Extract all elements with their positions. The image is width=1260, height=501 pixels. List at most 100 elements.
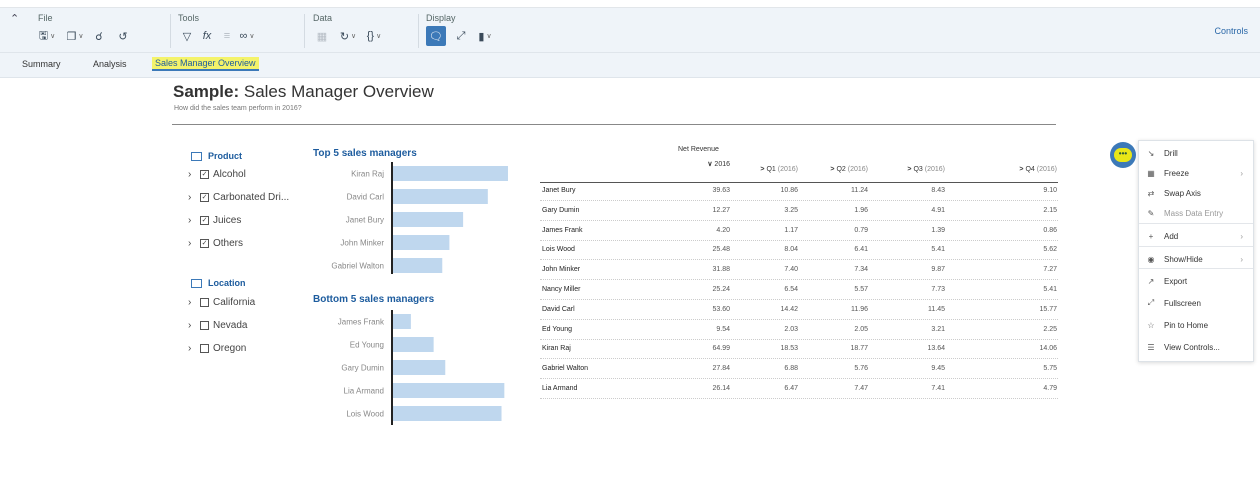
menu-item-swap-axis[interactable]: ⇄ Swap Axis xyxy=(1139,184,1253,202)
filter-item-location-2[interactable]: › Oregon xyxy=(188,343,246,354)
filter-item-product-3[interactable]: › ✓ Others xyxy=(188,238,243,249)
more-actions-button[interactable]: ••• xyxy=(1110,142,1136,168)
table-cell[interactable]: 9.45 xyxy=(885,365,945,372)
expand-chevron-icon[interactable]: › xyxy=(188,320,196,331)
table-cell[interactable]: 4.20 xyxy=(670,227,730,234)
table-row-label[interactable]: Lia Armand xyxy=(542,385,577,392)
table-cell[interactable]: 7.27 xyxy=(997,266,1057,273)
expand-chevron-icon[interactable]: › xyxy=(188,297,196,308)
table-cell[interactable]: 0.79 xyxy=(808,227,868,234)
menu-item-freeze[interactable]: ▦ Freeze › xyxy=(1139,164,1253,182)
table-cell[interactable]: 5.75 xyxy=(997,365,1057,372)
tab-analysis[interactable]: Analysis xyxy=(93,59,127,69)
table-cell[interactable]: 6.41 xyxy=(808,246,868,253)
filter-checkbox[interactable] xyxy=(200,344,209,353)
top5-bar-4[interactable] xyxy=(393,258,443,273)
table-cell[interactable]: 7.41 xyxy=(885,385,945,392)
top5-bar-3[interactable] xyxy=(393,235,450,250)
table-cell[interactable]: 10.86 xyxy=(738,187,798,194)
table-cell[interactable]: 8.43 xyxy=(885,187,945,194)
table-cell[interactable]: 1.39 xyxy=(885,227,945,234)
table-cell[interactable]: 15.77 xyxy=(997,306,1057,313)
filter-checkbox[interactable]: ✓ xyxy=(200,239,209,248)
table-cell[interactable]: 4.79 xyxy=(997,385,1057,392)
bottom5-bar-1[interactable] xyxy=(393,337,434,352)
data-grid-icon[interactable]: ▦ xyxy=(313,26,331,46)
filter-checkbox[interactable] xyxy=(200,321,209,330)
table-cell[interactable]: 5.41 xyxy=(885,246,945,253)
table-cell[interactable]: 31.88 xyxy=(670,266,730,273)
table-cell[interactable]: 14.06 xyxy=(997,345,1057,352)
table-cell[interactable]: 2.03 xyxy=(738,326,798,333)
table-cell[interactable]: 7.34 xyxy=(808,266,868,273)
top5-bar-1[interactable] xyxy=(393,189,488,204)
table-cell[interactable]: 4.91 xyxy=(885,207,945,214)
table-cell[interactable]: 26.14 xyxy=(670,385,730,392)
table-cell[interactable]: 11.45 xyxy=(885,306,945,313)
expand-chevron-icon[interactable]: › xyxy=(188,169,196,180)
table-row-label[interactable]: Kiran Raj xyxy=(542,345,571,352)
filter-item-location-1[interactable]: › Nevada xyxy=(188,320,247,331)
chain-icon[interactable]: ∞ xyxy=(238,26,256,46)
menu-item-add[interactable]: + Add › xyxy=(1139,227,1253,245)
table-cell[interactable]: 3.25 xyxy=(738,207,798,214)
bottom5-bar-2[interactable] xyxy=(393,360,446,375)
menu-item-drill[interactable]: ↘ Drill xyxy=(1139,144,1253,162)
history-icon[interactable]: ↺ xyxy=(114,26,132,46)
filter-item-location-0[interactable]: › California xyxy=(188,297,255,308)
table-cell[interactable]: 0.86 xyxy=(997,227,1057,234)
table-cell[interactable]: 6.47 xyxy=(738,385,798,392)
table-cell[interactable]: 25.24 xyxy=(670,286,730,293)
filter-checkbox[interactable]: ✓ xyxy=(200,216,209,225)
table-cell[interactable]: 12.27 xyxy=(670,207,730,214)
table-cell[interactable]: 2.25 xyxy=(997,326,1057,333)
refresh-icon[interactable]: ↻ xyxy=(339,26,357,46)
table-cell[interactable]: 6.54 xyxy=(738,286,798,293)
table-row-label[interactable]: Gabriel Walton xyxy=(542,365,588,372)
table-cell[interactable]: 18.77 xyxy=(808,345,868,352)
filter-checkbox[interactable] xyxy=(200,298,209,307)
controls-link[interactable]: Controls xyxy=(1214,26,1248,36)
table-cell[interactable]: 5.62 xyxy=(997,246,1057,253)
menu-item-show-hide[interactable]: ◉ Show/Hide › xyxy=(1139,250,1253,268)
copy-icon[interactable]: ❐ xyxy=(66,26,84,46)
filter-checkbox[interactable]: ✓ xyxy=(200,193,209,202)
table-column-header[interactable]: ∨ 2016 xyxy=(670,160,730,168)
top5-bar-2[interactable] xyxy=(393,212,464,227)
table-cell[interactable]: 9.54 xyxy=(670,326,730,333)
table-cell[interactable]: 5.57 xyxy=(808,286,868,293)
table-row-label[interactable]: Nancy Miller xyxy=(542,286,581,293)
table-cell[interactable]: 9.87 xyxy=(885,266,945,273)
table-cell[interactable]: 2.05 xyxy=(808,326,868,333)
menu-item-export[interactable]: ↗ Export xyxy=(1139,272,1253,290)
table-cell[interactable]: 11.24 xyxy=(808,187,868,194)
table-cell[interactable]: 3.21 xyxy=(885,326,945,333)
table-cell[interactable]: 8.04 xyxy=(738,246,798,253)
table-cell[interactable]: 7.47 xyxy=(808,385,868,392)
table-cell[interactable]: 1.17 xyxy=(738,227,798,234)
tab-summary[interactable]: Summary xyxy=(22,59,61,69)
table-row-label[interactable]: John Minker xyxy=(542,266,580,273)
bottom5-bar-3[interactable] xyxy=(393,383,505,398)
filter-icon[interactable]: ▽ xyxy=(178,26,196,46)
table-cell[interactable]: 13.64 xyxy=(885,345,945,352)
table-cell[interactable]: 1.96 xyxy=(808,207,868,214)
table-cell[interactable]: 5.76 xyxy=(808,365,868,372)
bookmark-icon[interactable]: ▮ xyxy=(476,26,494,46)
table-column-header[interactable]: > Q3 (2016) xyxy=(885,166,945,173)
expand-chevron-icon[interactable]: › xyxy=(188,343,196,354)
expand-chevron-icon[interactable]: › xyxy=(188,192,196,203)
tab-sales-manager-overview[interactable]: Sales Manager Overview xyxy=(152,57,259,71)
table-row-label[interactable]: Janet Bury xyxy=(542,187,575,194)
comment-icon[interactable]: 🗨 xyxy=(426,26,446,46)
table-column-header[interactable]: > Q1 (2016) xyxy=(738,166,798,173)
table-row-label[interactable]: Lois Wood xyxy=(542,246,575,253)
filter-item-product-1[interactable]: › ✓ Carbonated Dri... xyxy=(188,192,289,203)
table-cell[interactable]: 64.99 xyxy=(670,345,730,352)
table-cell[interactable]: 25.48 xyxy=(670,246,730,253)
table-cell[interactable]: 53.60 xyxy=(670,306,730,313)
expand-chevron-icon[interactable]: › xyxy=(188,215,196,226)
table-cell[interactable]: 7.73 xyxy=(885,286,945,293)
menu-item-mass-data-entry[interactable]: ✎ Mass Data Entry xyxy=(1139,204,1253,222)
bottom5-bar-0[interactable] xyxy=(393,314,411,329)
